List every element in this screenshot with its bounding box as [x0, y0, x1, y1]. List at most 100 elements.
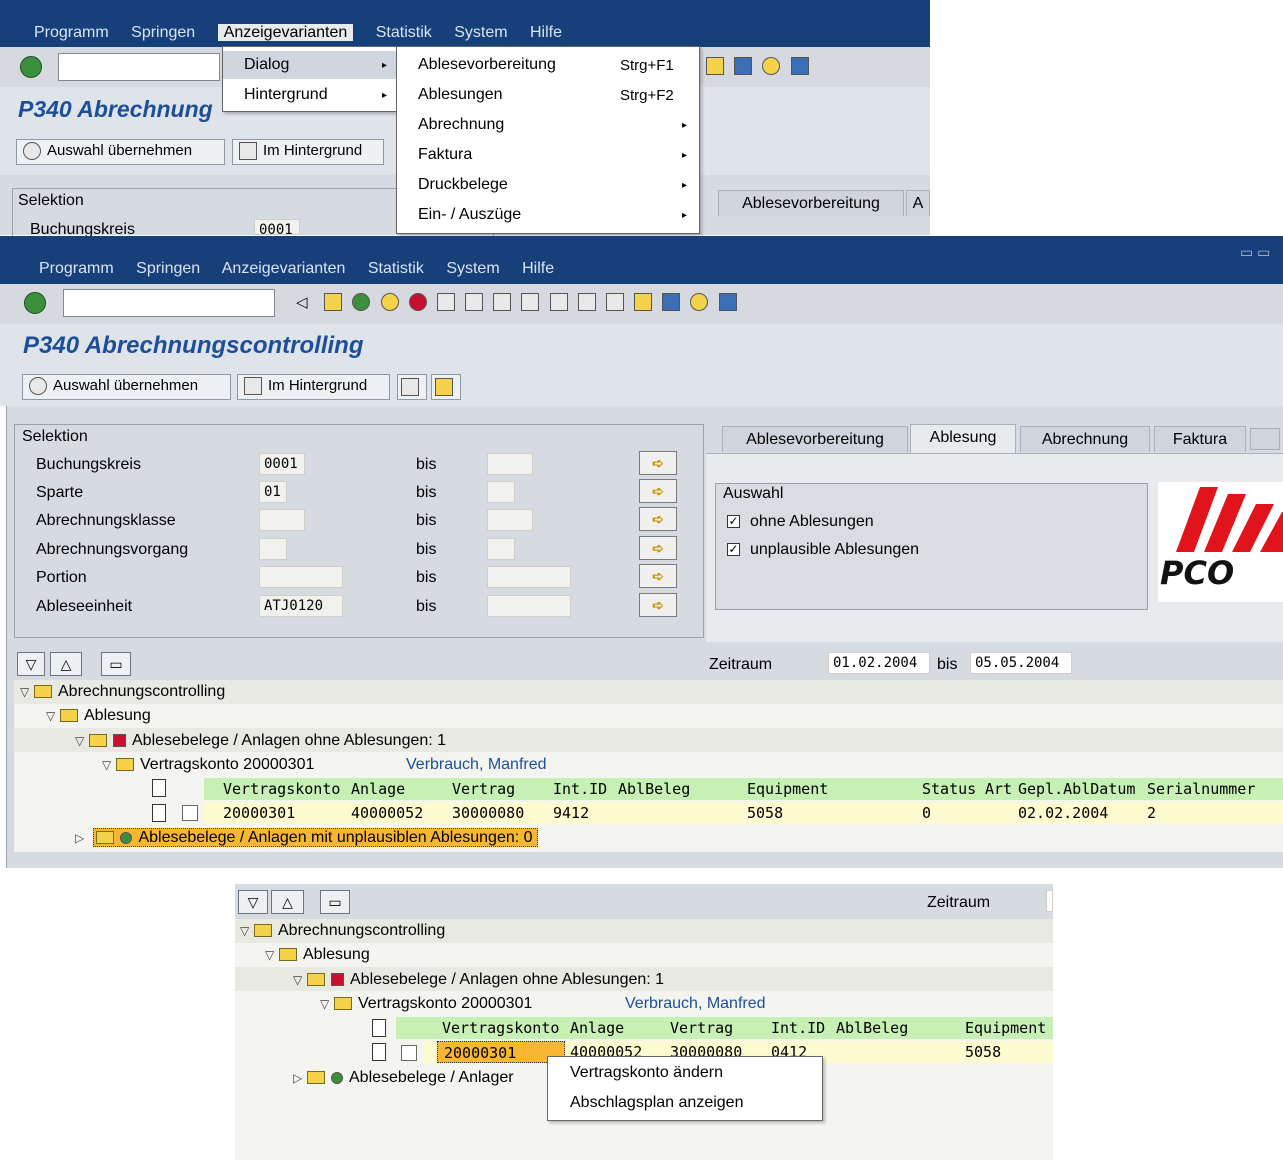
menu-anzeigevarianten[interactable]: Anzeigevarianten: [222, 260, 346, 277]
command-field-main[interactable]: [63, 289, 275, 317]
tab-faktura[interactable]: Faktura: [1154, 426, 1246, 452]
multiple-selection-button[interactable]: ➪: [639, 593, 677, 617]
collapse-all-icon[interactable]: △: [50, 652, 82, 676]
ohne-ablesungen-option[interactable]: ✓ ohne Ablesungen: [727, 513, 874, 531]
multiple-selection-button[interactable]: ➪: [639, 536, 677, 560]
tree-node-root-bottom[interactable]: ▽ Abrechnungscontrolling: [240, 919, 445, 943]
cell-serialnummer[interactable]: 2: [1147, 802, 1156, 824]
menu-item-abschlagsplan-anzeigen[interactable]: Abschlagsplan anzeigen: [570, 1089, 743, 1117]
multiple-selection-button[interactable]: ➪: [639, 564, 677, 588]
buchungskreis-to-field[interactable]: [487, 453, 533, 475]
previous-page-icon[interactable]: [549, 293, 568, 312]
cell-status[interactable]: 0: [922, 802, 931, 824]
abrechnungsvorgang-from-field[interactable]: [259, 538, 287, 560]
tree-node-ablesung-bottom[interactable]: ▽ Ablesung: [265, 943, 370, 967]
zeitraum-from-field[interactable]: 01.02.2004: [828, 652, 930, 674]
buchungskreis-field-top[interactable]: 0001: [254, 219, 300, 238]
enter-icon[interactable]: [20, 56, 42, 78]
collapse-all-icon[interactable]: △: [271, 890, 304, 914]
background-button[interactable]: Im Hintergrund: [237, 374, 390, 400]
tree-node-implausible-bottom[interactable]: ▷ Ablesebelege / Anlager: [293, 1066, 514, 1090]
abrechnungsvorgang-to-field[interactable]: [487, 538, 515, 560]
tab-ablesevorbereitung-top[interactable]: Ablesevorbereitung: [718, 190, 904, 216]
menu-hilfe[interactable]: Hilfe: [522, 260, 554, 277]
help-icon[interactable]: [762, 57, 781, 76]
row-checkbox[interactable]: [182, 805, 198, 821]
menu-item-vertragskonto-aendern[interactable]: Vertragskonto ändern: [570, 1059, 723, 1087]
menu-programm[interactable]: Programm: [34, 24, 109, 41]
settings-icon[interactable]: [718, 293, 737, 312]
cell-equipment[interactable]: 5058: [965, 1041, 1001, 1063]
portion-to-field[interactable]: [487, 566, 571, 588]
find-icon[interactable]: [465, 293, 484, 312]
multiple-selection-button[interactable]: ➪: [639, 507, 677, 531]
tab-scroll-icon[interactable]: [1250, 428, 1280, 450]
sparte-from-field[interactable]: 01: [259, 481, 287, 503]
menu-programm[interactable]: Programm: [39, 260, 114, 277]
tab-ablesung[interactable]: Ablesung: [910, 424, 1016, 454]
exit-icon[interactable]: [380, 293, 399, 312]
portion-from-field[interactable]: [259, 566, 343, 588]
expand-all-icon[interactable]: ▽: [17, 652, 45, 676]
print-icon[interactable]: ▭: [320, 890, 350, 914]
shortcut-icon[interactable]: [734, 57, 753, 76]
menu-statistik[interactable]: Statistik: [376, 24, 432, 41]
background-button-top[interactable]: Im Hintergrund: [232, 139, 384, 165]
abrechnungsklasse-from-field[interactable]: [259, 509, 305, 531]
first-page-icon[interactable]: [521, 293, 540, 312]
settings-icon[interactable]: [790, 57, 809, 76]
zeitraum-from-field-bottom[interactable]: [1046, 890, 1053, 912]
tree-node-ablesung[interactable]: ▽ Ablesung: [46, 704, 151, 728]
cell-vertrag[interactable]: 30000080: [452, 802, 524, 824]
row-checkbox[interactable]: [401, 1045, 417, 1061]
menu-item-ein-auszuege[interactable]: Ein- / Auszüge: [418, 201, 521, 229]
cell-vertragskonto-selected[interactable]: 20000301: [437, 1041, 565, 1063]
command-field-top[interactable]: [58, 53, 220, 81]
shortcut-icon[interactable]: [662, 293, 681, 312]
menu-item-ablesevorbereitung[interactable]: Ablesevorbereitung: [418, 51, 556, 79]
multiple-selection-button[interactable]: ➪: [639, 451, 677, 475]
tree-node-root[interactable]: ▽ Abrechnungscontrolling: [20, 680, 225, 704]
layout-icon[interactable]: [634, 293, 653, 312]
multiple-selection-button[interactable]: ➪: [639, 479, 677, 503]
save-icon[interactable]: [324, 293, 343, 312]
menu-system[interactable]: System: [454, 24, 507, 41]
cell-anlage[interactable]: 40000052: [351, 802, 423, 824]
abrechnungsklasse-to-field[interactable]: [487, 509, 533, 531]
tab-abrechnung[interactable]: Abrechnung: [1020, 426, 1150, 452]
take-selection-button[interactable]: Auswahl übernehmen: [22, 374, 231, 400]
find-next-icon[interactable]: [493, 293, 512, 312]
cell-gepl-datum[interactable]: 02.02.2004: [1018, 802, 1108, 824]
tab-ablesevorbereitung[interactable]: Ablesevorbereitung: [722, 426, 908, 452]
cell-vertragskonto[interactable]: 20000301: [223, 802, 295, 824]
menu-item-ablesungen[interactable]: Ablesungen: [418, 81, 503, 109]
variant-button[interactable]: [431, 374, 461, 400]
tree-node-no-reading[interactable]: ▽ Ablesebelege / Anlagen ohne Ablesungen:…: [75, 729, 446, 753]
menu-item-druckbelege[interactable]: Druckbelege: [418, 171, 508, 199]
enter-icon[interactable]: [24, 292, 46, 314]
take-selection-button-top[interactable]: Auswahl übernehmen: [16, 139, 225, 165]
tab-partial-top[interactable]: A: [906, 190, 930, 216]
menu-springen[interactable]: Springen: [131, 24, 195, 41]
cancel-icon[interactable]: [408, 293, 427, 312]
zeitraum-to-field[interactable]: 05.05.2004: [970, 652, 1072, 674]
menu-item-faktura[interactable]: Faktura: [418, 141, 472, 169]
help-icon[interactable]: [690, 293, 709, 312]
cell-equipment[interactable]: 5058: [747, 802, 783, 824]
cell-int-id[interactable]: 9412: [553, 802, 589, 824]
next-page-icon[interactable]: [577, 293, 596, 312]
menu-item-hintergrund[interactable]: Hintergrund: [244, 81, 328, 109]
tree-node-implausible[interactable]: ▷ Ablesebelege / Anlagen mit unplausible…: [75, 826, 538, 850]
print-icon[interactable]: [436, 293, 455, 312]
last-page-icon[interactable]: [605, 293, 624, 312]
menu-item-abrechnung[interactable]: Abrechnung: [418, 111, 504, 139]
buchungskreis-from-field[interactable]: 0001: [259, 453, 305, 475]
tree-node-vertragskonto[interactable]: ▽ Vertragskonto 20000301: [102, 753, 314, 777]
unplausible-ablesungen-checkbox[interactable]: ✓: [727, 543, 740, 557]
menu-system[interactable]: System: [446, 260, 499, 277]
menu-item-dialog[interactable]: Dialog: [223, 51, 396, 79]
back-arrow-icon[interactable]: ◁: [296, 293, 314, 311]
sparte-to-field[interactable]: [487, 481, 515, 503]
unplausible-ablesungen-option[interactable]: ✓ unplausible Ablesungen: [727, 541, 919, 559]
menu-statistik[interactable]: Statistik: [368, 260, 424, 277]
